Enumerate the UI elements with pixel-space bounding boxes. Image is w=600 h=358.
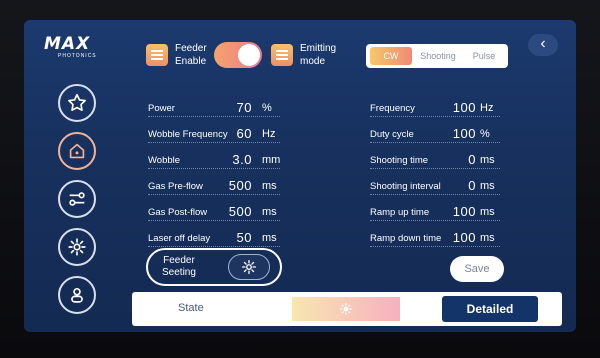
feeder-enable-icon bbox=[146, 44, 168, 66]
param-unit: ms bbox=[262, 180, 277, 192]
param-unit: ms bbox=[480, 180, 495, 192]
brand-logo: MAX PHOTONICS bbox=[44, 34, 108, 74]
feeder-seeting-label: Feeder Seeting bbox=[162, 255, 196, 278]
param-unit: ms bbox=[480, 206, 495, 218]
sliders-icon bbox=[69, 192, 85, 206]
param-label: Frequency bbox=[370, 103, 415, 114]
param-row: Frequency 100 Hz bbox=[370, 96, 500, 117]
star-icon bbox=[68, 93, 86, 111]
emitting-mode-icon bbox=[271, 44, 293, 66]
feeder-enable-toggle[interactable] bbox=[214, 42, 262, 68]
param-value-field[interactable]: 100 bbox=[453, 204, 476, 219]
param-unit: ms bbox=[480, 154, 495, 166]
param-unit: mm bbox=[262, 154, 281, 166]
param-value-field[interactable]: 0 bbox=[468, 152, 476, 167]
brand-name: MAX bbox=[44, 34, 91, 54]
param-value-field[interactable]: 50 bbox=[237, 230, 252, 245]
emitting-mode-label: Emitting mode bbox=[300, 43, 337, 67]
param-unit: Hz bbox=[480, 102, 494, 114]
param-value-field[interactable]: 60 bbox=[237, 126, 252, 141]
brand-subtitle: PHOTONICS bbox=[58, 53, 97, 59]
param-value-field[interactable]: 0 bbox=[468, 178, 476, 193]
param-unit: % bbox=[480, 128, 490, 140]
state-bar: State Detailed bbox=[132, 292, 562, 326]
feeder-seeting-button[interactable]: Feeder Seeting bbox=[146, 248, 282, 286]
param-row: Shooting time 0 ms bbox=[370, 148, 500, 169]
param-row: Duty cycle 100% bbox=[370, 122, 500, 143]
hmi-screen: MAX PHOTONICS Feeder Enable Emitting mod… bbox=[24, 20, 576, 332]
sidebar: MAX PHOTONICS bbox=[32, 26, 112, 326]
state-indicator bbox=[292, 297, 400, 321]
user-icon bbox=[71, 288, 83, 303]
param-value-field[interactable]: 100 bbox=[453, 126, 476, 141]
param-value-field[interactable]: 70 bbox=[237, 100, 252, 115]
param-value-field[interactable]: 500 bbox=[229, 204, 252, 219]
param-unit: % bbox=[262, 102, 272, 114]
mode-shooting-button[interactable]: Shooting bbox=[414, 47, 462, 65]
detailed-button[interactable]: Detailed bbox=[442, 296, 538, 322]
param-row: Wobble Frequency 60 Hz bbox=[148, 122, 280, 143]
home-icon bbox=[69, 143, 85, 159]
sidebar-item-parameters[interactable] bbox=[58, 180, 96, 218]
param-label: Wobble bbox=[148, 155, 181, 166]
param-row: Ramp down time 100 ms bbox=[370, 226, 500, 247]
param-label: Shooting time bbox=[370, 155, 429, 166]
param-label: Power bbox=[148, 103, 175, 114]
state-label: State bbox=[178, 302, 204, 314]
feeder-enable-label: Feeder Enable bbox=[175, 43, 207, 67]
param-label: Gas Pre-flow bbox=[148, 181, 203, 192]
param-row: Laser off delay 50 ms bbox=[148, 226, 280, 247]
save-button[interactable]: Save bbox=[450, 256, 504, 282]
param-label: Ramp down time bbox=[370, 233, 442, 244]
param-value-field[interactable]: 100 bbox=[453, 100, 476, 115]
param-value-field[interactable]: 3.0 bbox=[232, 152, 252, 167]
sidebar-item-user[interactable] bbox=[58, 276, 96, 314]
param-row: Gas Post-flow 500 ms bbox=[148, 200, 280, 221]
feeder-gear-icon bbox=[228, 254, 270, 280]
chevron-left-icon: ‹ bbox=[540, 35, 546, 52]
gear-icon bbox=[68, 238, 86, 256]
param-row: Ramp up time 100 ms bbox=[370, 200, 500, 221]
sidebar-item-home[interactable] bbox=[58, 132, 96, 170]
param-row: Power 70% bbox=[148, 96, 280, 117]
param-value-field[interactable]: 100 bbox=[453, 230, 476, 245]
param-label: Laser off delay bbox=[148, 233, 211, 244]
param-label: Wobble Frequency bbox=[148, 129, 228, 140]
param-unit: ms bbox=[262, 206, 277, 218]
param-row: Gas Pre-flow 500 ms bbox=[148, 174, 280, 195]
param-row: Wobble 3.0 mm bbox=[148, 148, 280, 169]
param-value-field[interactable]: 500 bbox=[229, 178, 252, 193]
mode-pulse-button[interactable]: Pulse bbox=[464, 47, 504, 65]
sun-icon bbox=[340, 303, 352, 315]
device-bezel: MAX PHOTONICS Feeder Enable Emitting mod… bbox=[0, 0, 600, 358]
param-label: Gas Post-flow bbox=[148, 207, 208, 218]
param-unit: ms bbox=[480, 232, 495, 244]
sidebar-item-favorites[interactable] bbox=[58, 84, 96, 122]
param-label: Duty cycle bbox=[370, 129, 414, 140]
param-unit: ms bbox=[262, 232, 277, 244]
param-row: Shooting interval 0 ms bbox=[370, 174, 500, 195]
param-unit: Hz bbox=[262, 128, 276, 140]
sidebar-item-settings[interactable] bbox=[58, 228, 96, 266]
toggle-knob bbox=[238, 44, 260, 66]
param-label: Ramp up time bbox=[370, 207, 430, 218]
mode-cw-button[interactable]: CW bbox=[370, 47, 412, 65]
back-button[interactable]: ‹ bbox=[528, 34, 558, 56]
param-label: Shooting interval bbox=[370, 181, 441, 192]
emitting-mode-selector: CW Shooting Pulse bbox=[366, 44, 508, 68]
